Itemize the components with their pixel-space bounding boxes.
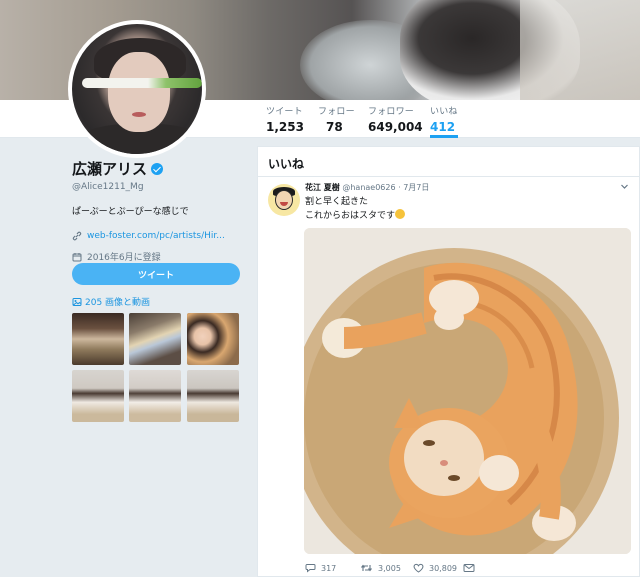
chevron-down-icon[interactable]	[620, 182, 629, 194]
retweet-action[interactable]: 3,005	[360, 563, 401, 573]
media-link-label: 205 画像と動画	[85, 298, 151, 308]
tweet-date[interactable]: 7月7日	[403, 183, 429, 192]
profile-card: 広瀬アリス @Alice1211_Mg ぱーぷーとぷーぴーな感じで web-fo…	[72, 158, 247, 308]
calendar-icon	[72, 252, 84, 262]
profile-avatar[interactable]	[68, 20, 206, 158]
retweet-count: 3,005	[378, 563, 401, 573]
profile-joined: 2016年6月に登録	[87, 253, 161, 263]
profile-bio: ぱーぷーとぷーぴーな感じで	[72, 207, 189, 217]
tweet-separator: ·	[398, 183, 401, 192]
nav-tweets[interactable]: ツイート 1,253	[266, 104, 304, 134]
mail-icon	[463, 563, 475, 573]
reply-count: 317	[321, 563, 337, 573]
like-action[interactable]: 30,809	[413, 563, 457, 573]
media-thumb[interactable]	[129, 370, 181, 422]
tweet-author-avatar[interactable]	[268, 184, 300, 216]
media-thumb[interactable]	[187, 313, 239, 365]
link-icon	[72, 231, 84, 241]
reply-action[interactable]: 317	[305, 563, 336, 573]
nav-likes-count: 412	[430, 120, 456, 134]
tweet-text: 割と早く起きた これからおはスタです	[305, 196, 406, 223]
tweet-text-line-1: 割と早く起きた	[305, 197, 369, 207]
tweet-button[interactable]: ツイート	[72, 263, 240, 285]
media-thumb[interactable]	[129, 313, 181, 365]
nav-tweets-count: 1,253	[266, 120, 304, 134]
direct-message-action[interactable]	[463, 563, 480, 573]
media-thumb[interactable]	[187, 370, 239, 422]
like-count: 30,809	[429, 563, 457, 573]
profile-name[interactable]: 広瀬アリス	[72, 158, 147, 179]
image-icon	[72, 297, 82, 307]
profile-name-row: 広瀬アリス	[72, 158, 247, 179]
tweet-author-handle[interactable]: @hanae0626	[342, 183, 395, 192]
profile-website-row: web-foster.com/pc/artists/Hir...	[72, 231, 247, 241]
heart-icon	[413, 563, 424, 573]
verified-badge-icon	[151, 162, 164, 175]
profile-website-link[interactable]: web-foster.com/pc/artists/Hir...	[87, 231, 225, 241]
nav-following-count: 78	[326, 120, 343, 134]
nav-followers-count: 649,004	[368, 120, 423, 134]
smile-emoji-icon	[395, 209, 406, 219]
likes-timeline: いいね 花江 夏樹 @hanae0626 · 7月7日 割と早く起きた これから…	[257, 146, 640, 577]
media-thumb[interactable]	[72, 370, 124, 422]
media-link[interactable]: 205 画像と動画	[72, 295, 150, 308]
nav-likes[interactable]: いいね 412	[430, 104, 458, 138]
media-thumb[interactable]	[72, 313, 124, 365]
tweet-text-line-2: これからおはスタです	[305, 211, 396, 221]
profile-handle[interactable]: @Alice1211_Mg	[72, 182, 247, 192]
timeline-heading: いいね	[258, 147, 639, 177]
reply-icon	[305, 563, 316, 573]
tweet-header: 花江 夏樹 @hanae0626 · 7月7日	[305, 182, 429, 193]
retweet-icon	[360, 563, 373, 573]
nav-tweets-label: ツイート	[266, 107, 303, 117]
tweet-photo[interactable]	[304, 228, 631, 554]
tweet-author-name[interactable]: 花江 夏樹	[305, 183, 340, 192]
nav-followers[interactable]: フォロワー 649,004	[368, 104, 423, 134]
nav-following[interactable]: フォロー 78	[318, 104, 355, 134]
nav-likes-label: いいね	[430, 107, 458, 117]
profile-joined-row: 2016年6月に登録	[72, 250, 247, 263]
nav-followers-label: フォロワー	[368, 107, 415, 117]
nav-following-label: フォロー	[318, 107, 355, 117]
